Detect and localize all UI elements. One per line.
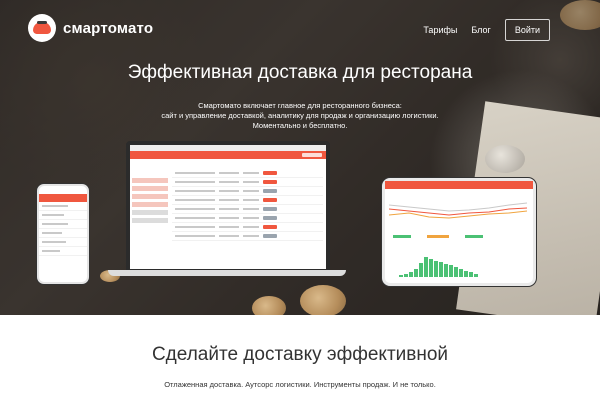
phone-mockup: [37, 184, 89, 284]
nav-blog-link[interactable]: Блог: [471, 25, 490, 35]
laptop-dashboard-mockup: [126, 141, 330, 273]
section-subtitle: Отлаженная доставка. Аутсорс логистики. …: [164, 380, 436, 389]
section-title: Сделайте доставку эффективной: [151, 344, 449, 365]
hero-subtitle-line: сайт и управление доставкой, аналитику д…: [161, 111, 439, 120]
bar-chart-graphic: [399, 247, 478, 277]
cookie-decoration: [300, 285, 346, 315]
hero-subtitle: Смартомато включает главное для ресторан…: [100, 101, 500, 131]
top-nav: Тарифы Блог Войти: [423, 19, 550, 41]
nav-pricing-link[interactable]: Тарифы: [423, 25, 457, 35]
cookie-decoration: [560, 0, 600, 30]
laptop-base: [108, 270, 346, 276]
login-button[interactable]: Войти: [504, 19, 550, 41]
hero-title: Эффективная доставка для ресторана: [127, 62, 473, 83]
cookie-decoration: [252, 296, 286, 315]
hero-subtitle-line: Смартомато включает главное для ресторан…: [198, 101, 402, 110]
brand-name: смартомато: [63, 19, 154, 37]
hero-subtitle-line: Моментально и бесплатно.: [252, 121, 348, 130]
spoon-decoration: [485, 145, 525, 173]
logo[interactable]: смартомато: [28, 14, 153, 42]
tomato-logo-icon: [28, 14, 56, 42]
tablet-analytics-mockup: [382, 178, 536, 286]
line-chart-graphic: [389, 202, 528, 219]
